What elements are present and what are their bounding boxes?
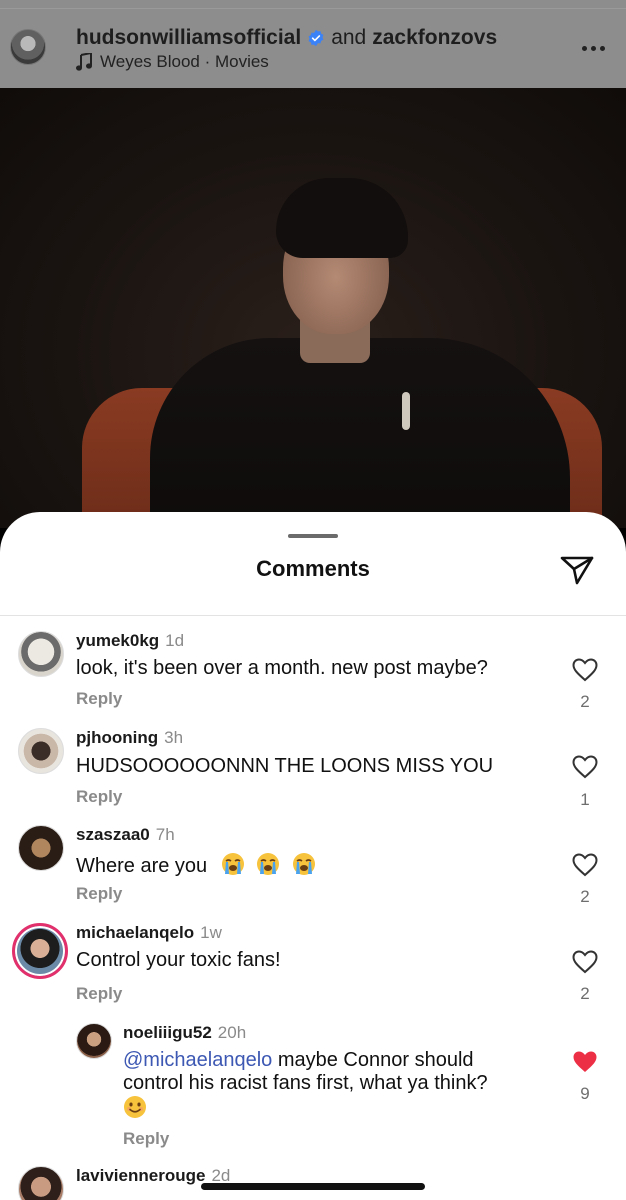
- comment-avatar[interactable]: [18, 825, 64, 871]
- comment-avatar[interactable]: [18, 728, 64, 774]
- divider: [0, 8, 626, 9]
- like-count: 9: [580, 1084, 590, 1103]
- comments-sheet: Comments yumek0kg 1d look, it's been over…: [0, 512, 626, 1200]
- comment-text: Control your toxic fans!: [76, 949, 281, 971]
- comment-text-body: Where are you: [76, 855, 208, 877]
- post-authors: hudsonwilliamsofficial and zackfonzovs: [76, 26, 497, 50]
- image-subject-body: [150, 338, 570, 528]
- comment-time: 1d: [165, 631, 185, 650]
- reply-button[interactable]: Reply: [123, 1129, 169, 1149]
- smiling-face-icon: [124, 1096, 146, 1118]
- coauthor-username[interactable]: zackfonzovs: [372, 26, 497, 50]
- reply-button[interactable]: Reply: [76, 884, 122, 904]
- comment-avatar[interactable]: [18, 1166, 64, 1200]
- comment-text: look, it's been over a month. new post m…: [76, 657, 488, 679]
- like-count: 2: [580, 692, 590, 711]
- crying-face-icon: [257, 853, 280, 875]
- comment-avatar-story[interactable]: [12, 923, 68, 979]
- send-icon[interactable]: [560, 555, 594, 585]
- crying-face-icon: [221, 853, 244, 875]
- comment-time: 3h: [164, 728, 184, 747]
- reply-button[interactable]: Reply: [76, 689, 122, 709]
- heart-icon[interactable]: [572, 853, 598, 877]
- comment-time: 1w: [200, 923, 222, 942]
- post-music[interactable]: Weyes Blood · Movies: [76, 52, 269, 72]
- post-image[interactable]: [0, 88, 626, 528]
- like-count: 1: [580, 790, 590, 809]
- reply-button[interactable]: Reply: [76, 787, 122, 807]
- heart-icon[interactable]: [572, 755, 598, 779]
- sheet-divider: [0, 615, 626, 616]
- image-subject-hair: [276, 178, 408, 258]
- home-indicator[interactable]: [201, 1183, 425, 1190]
- comment-text: Where are you: [76, 852, 316, 878]
- heart-icon[interactable]: [572, 658, 598, 682]
- comment-username[interactable]: yumek0kg 1d: [76, 631, 184, 651]
- like-count: 2: [580, 887, 590, 906]
- comment-username[interactable]: noeliiigu52 20h: [123, 1023, 246, 1043]
- music-label: Weyes Blood · Movies: [100, 52, 269, 71]
- comment-time: 7h: [155, 825, 175, 844]
- comment-time: 20h: [217, 1023, 247, 1042]
- author-avatar[interactable]: [10, 29, 46, 65]
- sheet-grabber[interactable]: [288, 534, 338, 538]
- heart-filled-icon[interactable]: [572, 1050, 598, 1074]
- comment-text: @michaelanqelo maybe Connor should contr…: [123, 1049, 533, 1121]
- music-note-icon: [76, 53, 92, 71]
- reply-button[interactable]: Reply: [76, 984, 122, 1004]
- comment-avatar[interactable]: [18, 631, 64, 677]
- crying-face-icon: [292, 853, 315, 875]
- heart-icon[interactable]: [572, 950, 598, 974]
- more-options-icon[interactable]: [582, 46, 606, 52]
- mention-link[interactable]: @michaelanqelo: [123, 1049, 272, 1071]
- authors-conjunction: and: [331, 26, 367, 49]
- image-brooch: [402, 392, 410, 430]
- comment-username[interactable]: pjhooning 3h: [76, 728, 183, 748]
- comment-avatar[interactable]: [76, 1023, 112, 1059]
- comment-username[interactable]: szaszaa0 7h: [76, 825, 175, 845]
- verified-badge-icon: [308, 29, 324, 47]
- post-header: hudsonwilliamsofficial and zackfonzovs W…: [0, 0, 626, 88]
- author-username[interactable]: hudsonwilliamsofficial: [76, 26, 301, 50]
- sheet-title: Comments: [256, 556, 370, 581]
- like-count: 2: [580, 984, 590, 1003]
- comment-text: HUDSOOOOOONNN THE LOONS MISS YOU: [76, 755, 494, 777]
- comment-username[interactable]: michaelanqelo 1w: [76, 923, 222, 943]
